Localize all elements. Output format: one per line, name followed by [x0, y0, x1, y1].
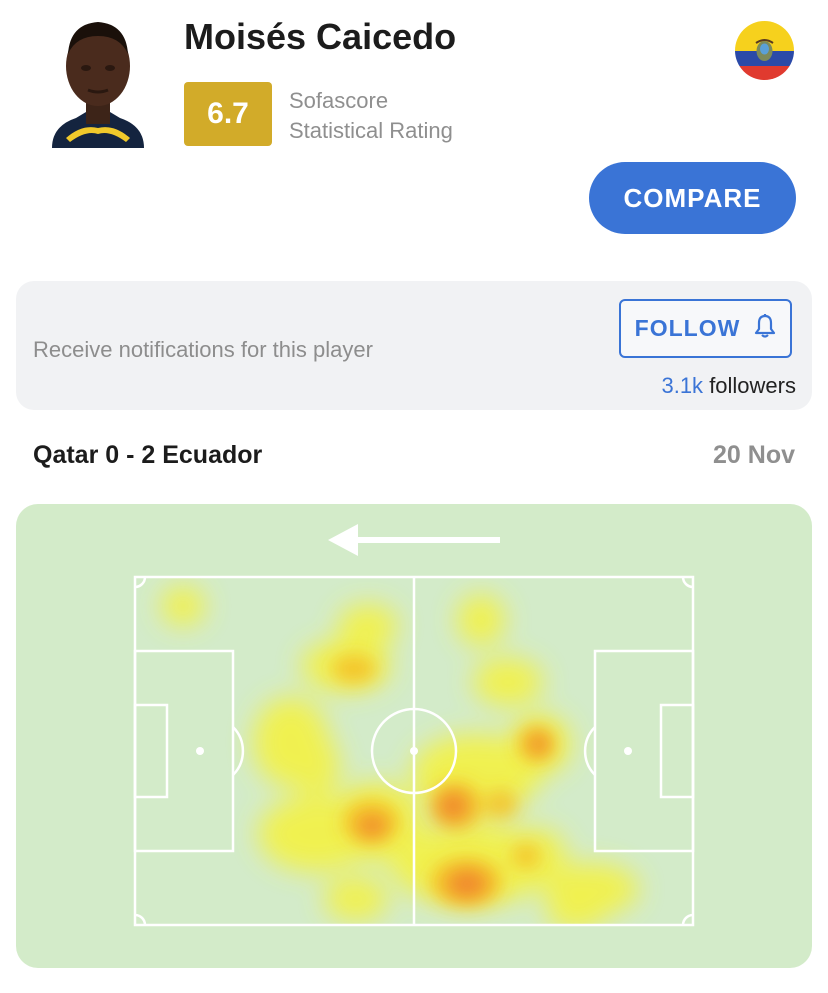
player-name: Moisés Caicedo [184, 16, 457, 57]
heatmap-panel [16, 504, 812, 968]
rating-source: Sofascore Statistical Rating [289, 86, 453, 146]
follow-prompt: Receive notifications for this player [33, 337, 373, 362]
follow-card: Receive notifications for this player FO… [16, 281, 812, 410]
arrow-left-icon [328, 524, 500, 556]
followers-label: followers [709, 373, 796, 398]
follow-button[interactable]: FOLLOW [619, 299, 792, 358]
ecuador-flag-icon [735, 21, 794, 80]
followers-number: 3.1k [661, 373, 704, 398]
player-avatar [46, 14, 150, 148]
bell-icon [754, 313, 776, 345]
compare-button[interactable]: COMPARE [589, 162, 796, 234]
heatmap-pitch [133, 524, 695, 927]
rating-source-description: Statistical Rating [289, 118, 453, 143]
followers-count: 3.1k followers [661, 373, 796, 399]
follow-button-label: FOLLOW [634, 315, 741, 341]
rating-source-name: Sofascore [289, 88, 389, 113]
match-title[interactable]: Qatar 0 - 2 Ecuador [33, 441, 262, 470]
match-date: 20 Nov [713, 441, 795, 469]
rating-badge: 6.7 [184, 82, 272, 146]
